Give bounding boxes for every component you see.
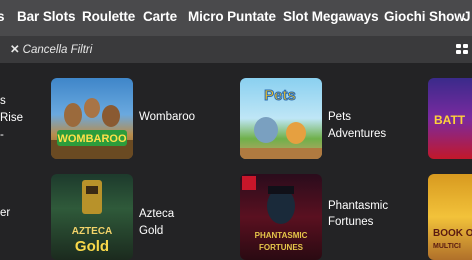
category-tabs: s Bar Slots Roulette Carte Micro Puntate… (0, 0, 472, 36)
game-title: Pets Adventures (328, 111, 387, 140)
svg-text:MULTICI: MULTICI (433, 243, 461, 250)
thumb-logo-text: WOMBAROO (57, 133, 126, 145)
tab-carte[interactable]: Carte (143, 9, 177, 24)
game-title: s Rise - (0, 95, 24, 141)
grid-view-icon[interactable] (456, 44, 469, 55)
clear-filters-button[interactable]: ✕ Cancella Filtri (10, 42, 92, 56)
thumb-logo-text: PHANTASMIC (255, 231, 308, 240)
thumb-logo-text: AZTECA (72, 226, 113, 237)
game-title-line2: Fortunes (328, 216, 374, 228)
game-thumbnail[interactable]: PHANTASMIC FORTUNES (240, 174, 322, 260)
clear-filters-label: Cancella Filtri (22, 44, 93, 56)
close-icon: ✕ (10, 44, 20, 56)
tab-cut-right[interactable]: J (463, 9, 471, 24)
game-thumbnail[interactable]: AZTECA Gold (51, 174, 133, 260)
tab-roulette[interactable]: Roulette (82, 9, 135, 24)
game-thumbnail[interactable]: BATT (428, 78, 472, 159)
game-title: Azteca Gold (139, 208, 175, 237)
tab-giochi-show[interactable]: Giochi Show (384, 9, 465, 24)
filter-bar: ✕ Cancella Filtri (0, 36, 472, 63)
tab-cut-left[interactable]: s (0, 9, 5, 24)
thumb-logo-text: BOOK OF (433, 228, 472, 239)
thumb-logo-text: Pets (264, 87, 296, 104)
tab-slot-megaways[interactable]: Slot Megaways (283, 9, 379, 24)
game-thumbnail[interactable]: BOOK OF MULTICI (428, 174, 472, 260)
tab-bar-slots[interactable]: Bar Slots (17, 9, 75, 24)
game-title-line1: Phantasmic (328, 200, 389, 212)
tab-micro-puntate[interactable]: Micro Puntate (188, 9, 276, 24)
svg-text:Gold: Gold (75, 238, 109, 255)
game-thumbnail[interactable]: WOMBAROO (51, 78, 133, 159)
thumb-logo-text: BATT (434, 113, 466, 127)
game-thumbnail[interactable]: Pets (240, 78, 322, 159)
game-title: Wombaroo (139, 111, 196, 123)
game-title: er (0, 207, 11, 219)
svg-text:FORTUNES: FORTUNES (259, 243, 304, 252)
